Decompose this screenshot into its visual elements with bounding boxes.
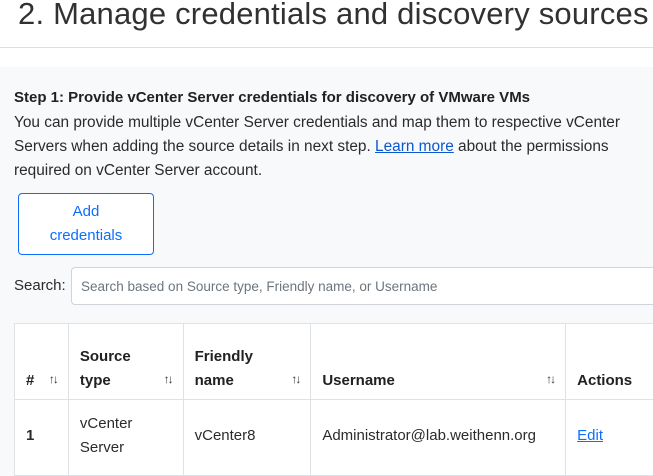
column-header-username[interactable]: Username ↑↓ [310,323,567,400]
title-divider [0,47,653,48]
search-input[interactable] [71,267,653,305]
credentials-panel: Step 1: Provide vCenter Server credentia… [0,67,653,476]
sort-icon[interactable]: ↑↓ [49,367,59,393]
cell-username: Administrator@lab.weithenn.org [310,399,567,476]
column-header-actions: Actions [565,323,653,400]
table-header-row: # ↑↓ Source type ↑↓ Friendly name ↑↓ Userna… [14,323,653,400]
page-title: 2. Manage credentials and discovery sour… [18,0,649,31]
cell-actions: Edit [565,399,653,476]
sort-icon[interactable]: ↑↓ [164,367,174,393]
credentials-table: # ↑↓ Source type ↑↓ Friendly name ↑↓ Userna… [14,323,653,476]
edit-link[interactable]: Edit [577,427,603,444]
column-header-friendly-name[interactable]: Friendly name ↑↓ [182,323,312,400]
cell-friendly-name: vCenter8 [182,399,312,476]
step1-heading: Step 1: Provide vCenter Server credentia… [14,89,531,106]
column-label: Username [322,372,395,389]
learn-more-link[interactable]: Learn more [375,138,454,155]
search-label: Search: [14,277,66,294]
column-label: Source type [79,348,131,389]
step1-description: You can provide multiple vCenter Server … [14,111,644,183]
column-label: Actions [577,372,633,389]
column-label: Friendly name [194,348,253,389]
sort-icon[interactable]: ↑↓ [291,367,301,393]
column-label: # [26,372,35,389]
column-header-source-type[interactable]: Source type ↑↓ [67,323,184,400]
table-row: 1 vCenter Server vCenter8 Administrator@… [14,399,653,476]
sort-icon[interactable]: ↑↓ [546,367,556,393]
column-header-number[interactable]: # ↑↓ [14,323,69,400]
cell-number: 1 [14,399,69,476]
cell-source-type: vCenter Server [67,399,184,476]
row-number: 1 [26,426,35,444]
add-credentials-button[interactable]: Add credentials [18,193,154,255]
